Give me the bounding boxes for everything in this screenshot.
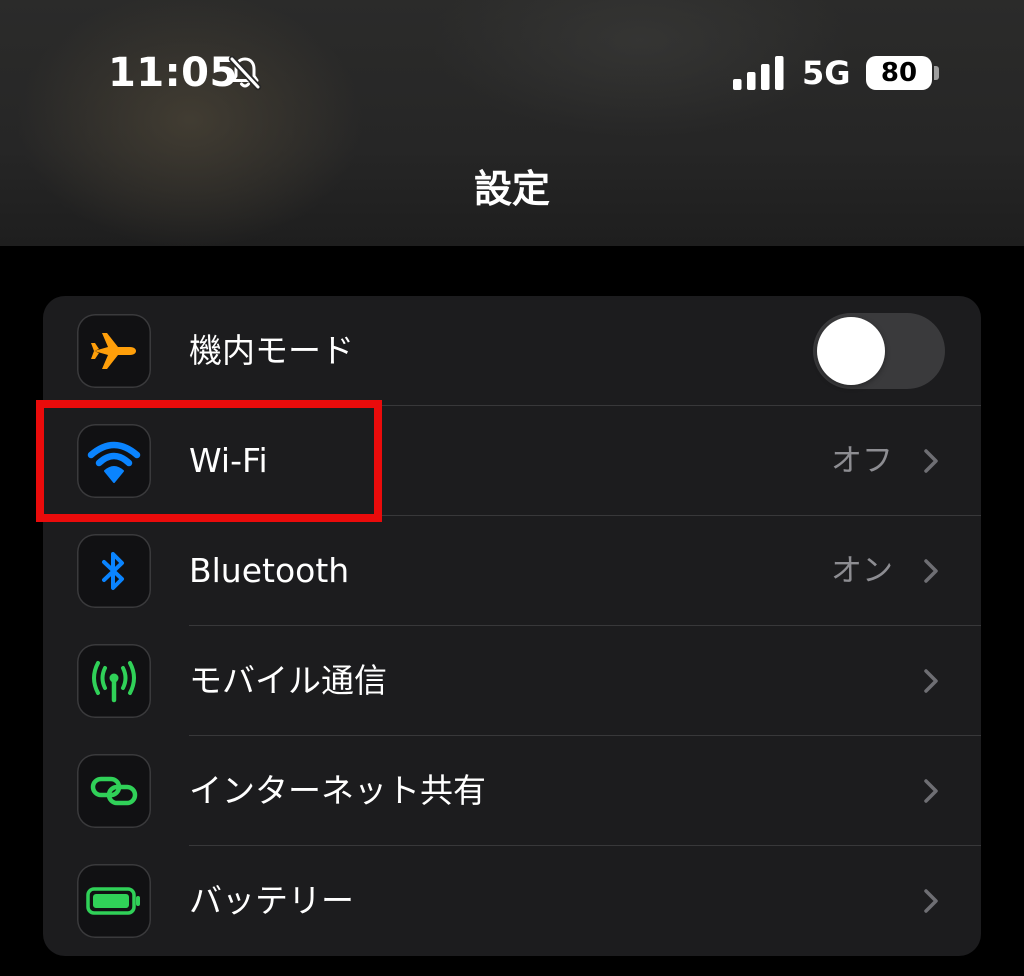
- antenna-icon-tile: [77, 644, 151, 718]
- airplane-icon: [91, 333, 136, 369]
- chevron-right-icon: [924, 779, 938, 803]
- settings-row-mobile-data[interactable]: モバイル通信: [43, 626, 981, 736]
- settings-row-bluetooth[interactable]: Bluetooth オン: [43, 516, 981, 626]
- wifi-icon-tile: [77, 424, 151, 498]
- row-label: バッテリー: [189, 881, 354, 920]
- row-value: オン: [831, 553, 893, 589]
- battery-icon-tile: [77, 864, 151, 938]
- toggle-knob: [817, 317, 885, 385]
- status-time: 11:05: [108, 50, 238, 96]
- link-icon-tile: [77, 754, 151, 828]
- chevron-right-icon: [924, 559, 938, 583]
- settings-row-wifi[interactable]: Wi-Fi オフ: [43, 406, 981, 516]
- battery-cap: [934, 66, 939, 80]
- chevron-right-icon: [924, 669, 938, 693]
- airplane-icon-tile: [77, 314, 151, 388]
- bluetooth-icon: [102, 552, 124, 590]
- row-label: 機内モード: [189, 331, 354, 370]
- row-label: インターネット共有: [189, 771, 486, 810]
- row-label: モバイル通信: [189, 661, 387, 700]
- wifi-icon: [87, 441, 141, 483]
- link-icon: [90, 776, 138, 806]
- cellular-signal-icon: [733, 56, 784, 90]
- row-label: Wi-Fi: [189, 441, 268, 480]
- settings-group: 機内モード Wi-Fi オフ Bluetooth オン モバイル通信 インターネ…: [43, 296, 981, 956]
- chevron-right-icon: [924, 889, 938, 913]
- bluetooth-icon-tile: [77, 534, 151, 608]
- chevron-right-icon: [924, 449, 938, 473]
- row-label: Bluetooth: [189, 551, 350, 590]
- bell-slash-icon: [228, 55, 262, 91]
- antenna-icon: [92, 661, 136, 703]
- settings-row-battery[interactable]: バッテリー: [43, 846, 981, 956]
- network-type: 5G: [802, 54, 851, 92]
- battery-level: 80: [866, 56, 932, 90]
- battery-icon: [86, 887, 140, 915]
- row-value: オフ: [831, 443, 893, 479]
- settings-screen: 11:05 5G 80 設定 機内モード Wi-Fi オフ Bluetooth …: [0, 0, 1024, 976]
- airplane-mode-toggle[interactable]: [813, 313, 945, 389]
- settings-row-airplane-mode[interactable]: 機内モード: [43, 296, 981, 406]
- page-title: 設定: [473, 167, 550, 211]
- settings-row-personal-hotspot[interactable]: インターネット共有: [43, 736, 981, 846]
